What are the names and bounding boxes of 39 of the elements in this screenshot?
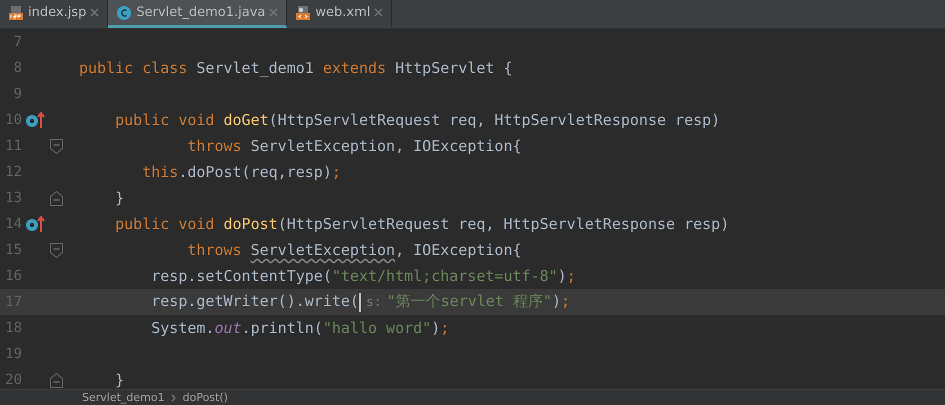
breadcrumb-item[interactable]: Servlet_demo1 xyxy=(82,391,165,404)
code-line: this.doPost(req,resp); xyxy=(141,163,341,181)
chevron-icon xyxy=(170,394,177,402)
fold-icon[interactable] xyxy=(50,242,63,258)
line-number: 11 xyxy=(4,138,22,154)
code-line: resp.getWriter().write( s: "第一个servlet 程序"); xyxy=(150,292,570,312)
fold-icon[interactable] xyxy=(50,190,63,206)
close-icon[interactable] xyxy=(374,8,384,17)
line-number: 20 xyxy=(4,372,22,388)
code-line: resp.setContentType("text/html;charset=utf-8"); xyxy=(150,267,576,285)
line-number: 18 xyxy=(4,320,22,336)
override-icon[interactable] xyxy=(25,215,45,233)
code-line: throws ServletException, IOException{ xyxy=(186,241,522,259)
code-line: public class Servlet_demo1 extends HttpServlet { xyxy=(78,59,512,77)
line-number: 8 xyxy=(12,60,22,76)
code-line: } xyxy=(114,189,124,207)
editor-tab[interactable]: Servlet_demo1.java xyxy=(108,0,288,28)
code-line: public void doPost(HttpServletRequest req, HttpServletResponse resp) xyxy=(114,215,730,233)
line-number: 14 xyxy=(4,216,22,232)
close-icon[interactable] xyxy=(90,8,100,17)
xml-file-icon xyxy=(295,4,312,20)
code-line: System.out.println("hallo word"); xyxy=(150,319,450,337)
line-number: 15 xyxy=(4,242,22,258)
line-number: 10 xyxy=(4,112,22,128)
code-line: } xyxy=(114,371,124,389)
line-number: 16 xyxy=(4,268,22,284)
fold-icon[interactable] xyxy=(50,138,63,154)
fold-icon[interactable] xyxy=(50,372,63,388)
line-number: 13 xyxy=(4,190,22,206)
line-number: 7 xyxy=(12,34,22,50)
line-number: 12 xyxy=(4,164,22,180)
override-icon[interactable] xyxy=(25,111,45,129)
code-line: public void doGet(HttpServletRequest req, HttpServletResponse resp) xyxy=(114,111,720,129)
java-class-icon xyxy=(116,4,132,20)
line-number: 9 xyxy=(12,86,22,102)
line-number: 19 xyxy=(4,346,22,362)
jsp-file-icon xyxy=(8,4,24,20)
code-line: throws ServletException, IOException{ xyxy=(186,137,522,155)
breadcrumb-item[interactable]: doPost() xyxy=(182,391,228,404)
